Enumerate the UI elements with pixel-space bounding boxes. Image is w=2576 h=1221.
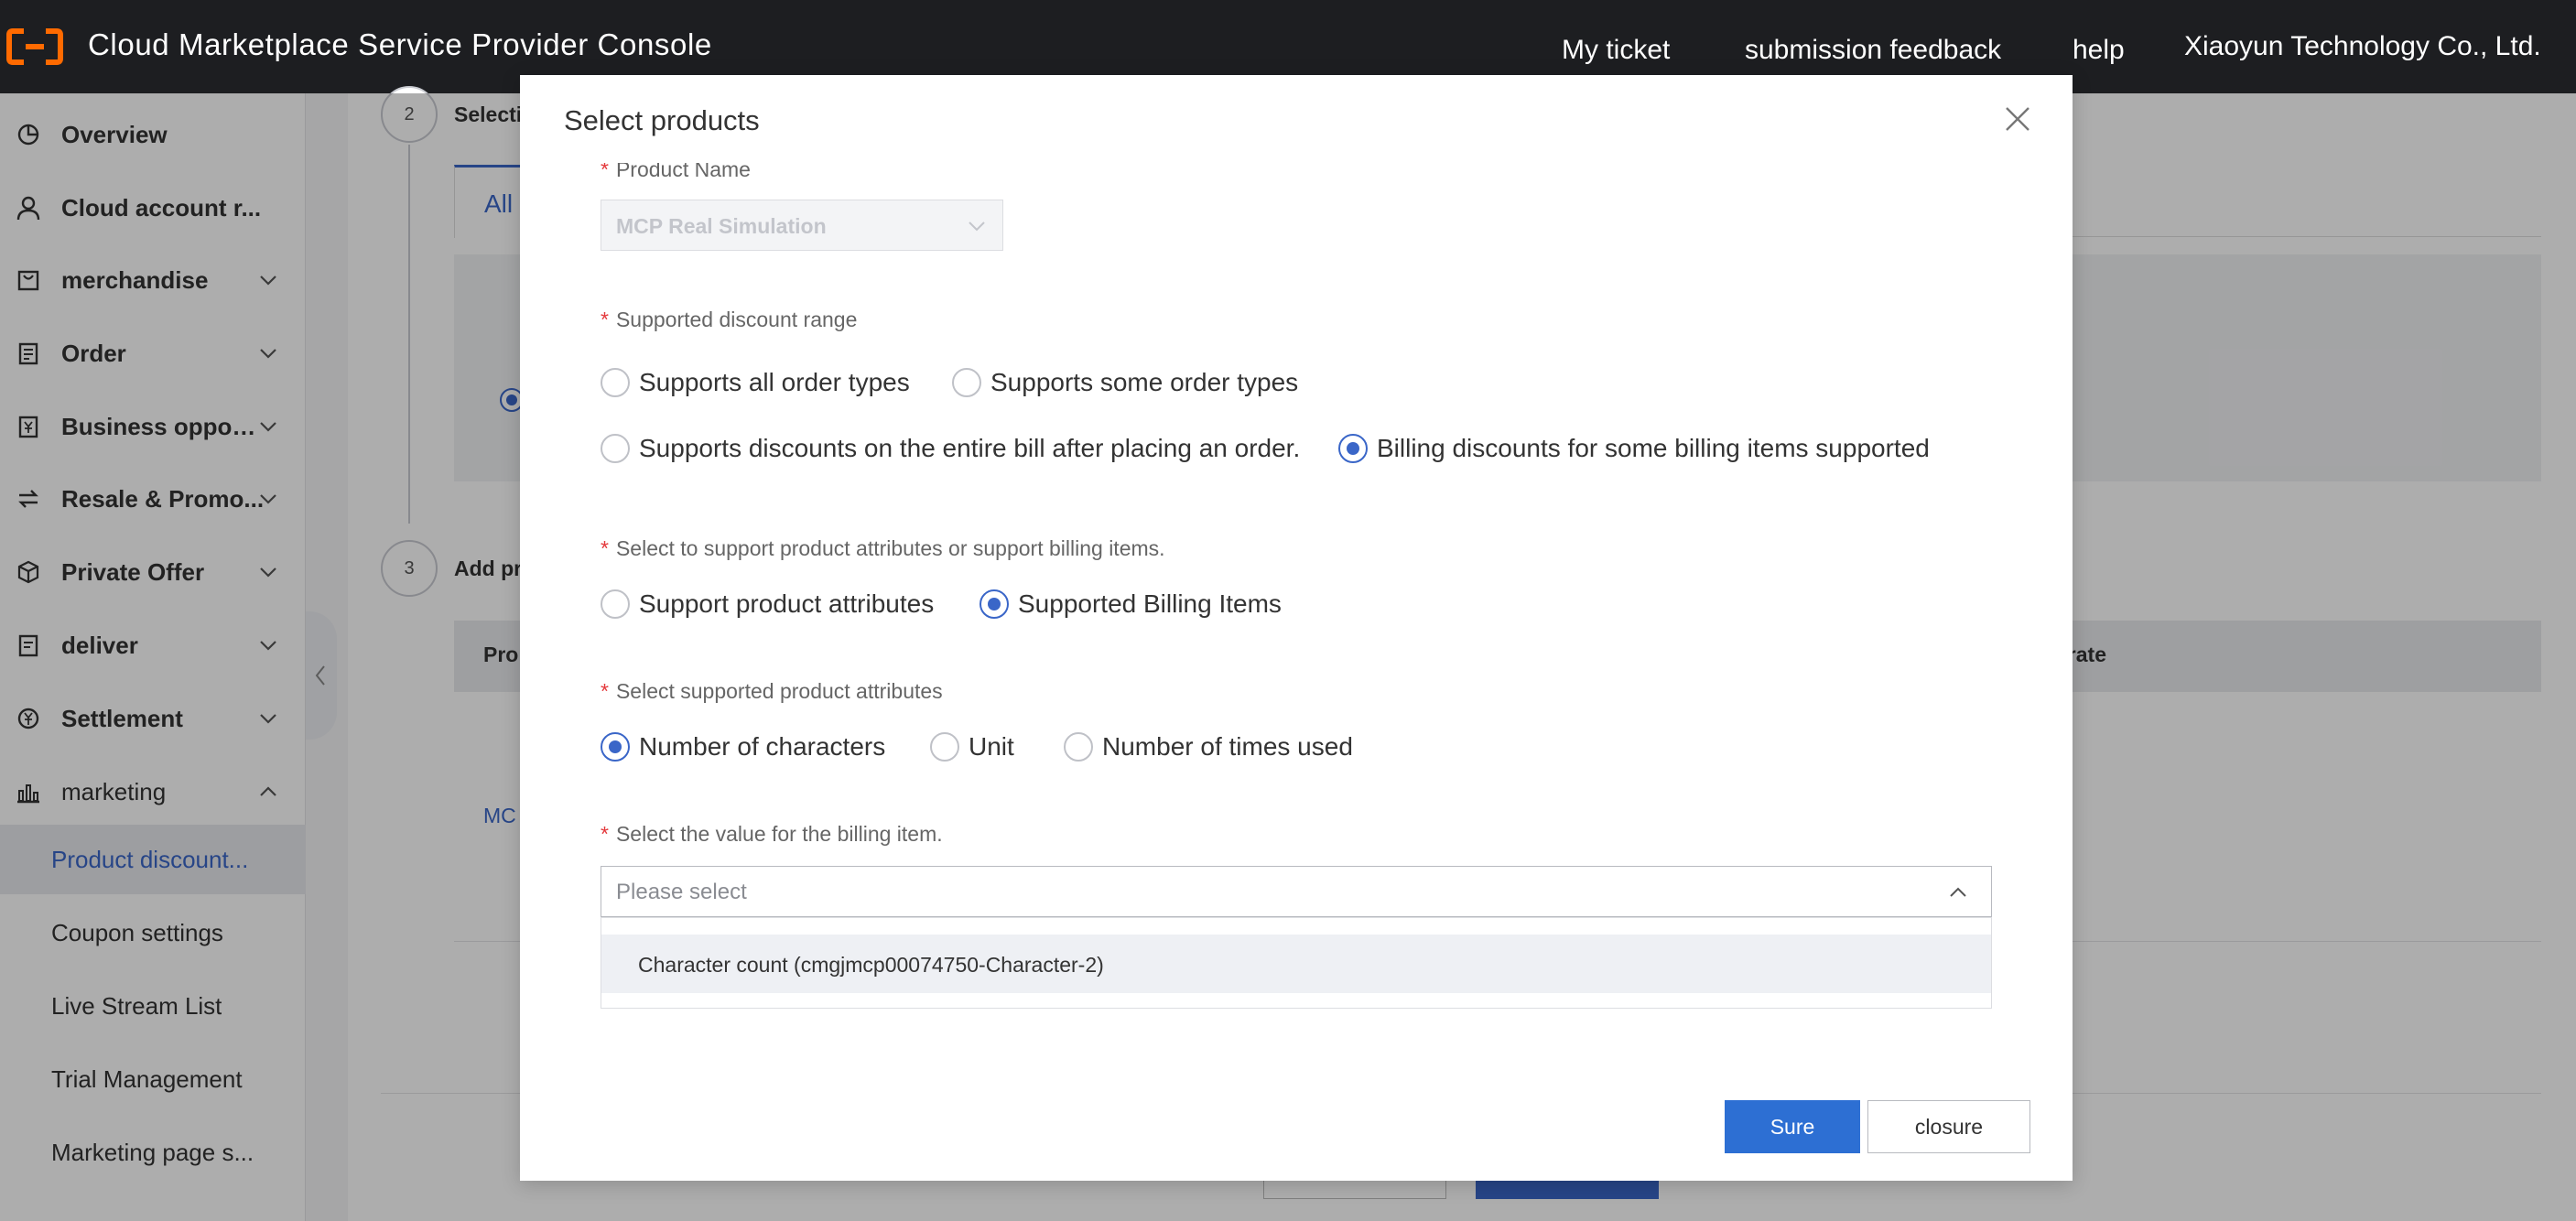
radio-label: Number of times used <box>1102 732 1353 761</box>
radio-all-order-types[interactable]: Supports all order types <box>601 368 910 397</box>
select-products-dialog: Select products * Product Name MCP Real S… <box>520 75 2073 1181</box>
radio-label: Support product attributes <box>639 589 935 618</box>
radio-circle[interactable] <box>601 368 630 397</box>
discount-range-label: * Supported discount range <box>601 308 858 331</box>
dialog-title: Select products <box>564 104 760 136</box>
radio-label: Billing discounts for some billing items… <box>1377 434 1930 462</box>
product-name-value: MCP Real Simulation <box>616 214 827 238</box>
radio-circle[interactable] <box>601 434 630 463</box>
billing-value-placeholder: Please select <box>616 880 747 904</box>
dropdown-option-label: Character count (cmgjmcp00074750-Charact… <box>638 953 1104 977</box>
radio-circle[interactable] <box>930 732 959 762</box>
radio-circle[interactable] <box>601 732 630 762</box>
support-type-label: * Select to support product attributes or… <box>601 536 1165 560</box>
app-title: Cloud Marketplace Service Provider Conso… <box>88 27 712 61</box>
radio-some-billing-items-discount[interactable]: Billing discounts for some billing items… <box>1338 434 1930 463</box>
radio-circle[interactable] <box>601 589 630 619</box>
chevron-down-icon <box>969 222 985 232</box>
submission-feedback-link[interactable]: submission feedback <box>1745 35 2001 66</box>
billing-value-dropdown: Character count (cmgjmcp00074750-Charact… <box>601 917 1992 1009</box>
radio-label: Supports discounts on the entire bill af… <box>639 434 1301 462</box>
close-icon[interactable] <box>2001 103 2034 135</box>
radio-label: Supported Billing Items <box>1018 589 1282 618</box>
radio-entire-bill-discount[interactable]: Supports discounts on the entire bill af… <box>601 434 1300 463</box>
help-link[interactable]: help <box>2073 35 2125 66</box>
product-name-select: MCP Real Simulation <box>601 200 1003 251</box>
radio-number-of-times-used[interactable]: Number of times used <box>1064 732 1353 762</box>
billing-value-label: * Select the value for the billing item. <box>601 822 943 846</box>
billing-value-select[interactable]: Please select <box>601 866 1992 917</box>
closure-button[interactable]: closure <box>1867 1100 2030 1153</box>
product-name-label: * Product Name <box>601 157 751 181</box>
radio-circle[interactable] <box>980 589 1009 619</box>
radio-circle[interactable] <box>1064 732 1093 762</box>
radio-circle[interactable] <box>952 368 981 397</box>
radio-circle[interactable] <box>1338 434 1368 463</box>
attributes-label: * Select supported product attributes <box>601 679 943 703</box>
chevron-up-icon <box>1950 887 1966 897</box>
sure-button[interactable]: Sure <box>1725 1100 1860 1153</box>
radio-label: Supports some order types <box>990 368 1299 396</box>
radio-label: Number of characters <box>639 732 886 761</box>
account-name[interactable]: Xiaoyun Technology Co., Ltd. <box>2184 31 2541 62</box>
radio-number-of-characters[interactable]: Number of characters <box>601 732 885 762</box>
radio-unit[interactable]: Unit <box>930 732 1014 762</box>
radio-support-product-attributes[interactable]: Support product attributes <box>601 589 934 619</box>
radio-label: Supports all order types <box>639 368 910 396</box>
radio-supported-billing-items[interactable]: Supported Billing Items <box>980 589 1282 619</box>
logo-icon <box>6 28 63 65</box>
my-ticket-link[interactable]: My ticket <box>1562 35 1670 66</box>
radio-some-order-types[interactable]: Supports some order types <box>952 368 1298 397</box>
radio-label: Unit <box>969 732 1014 761</box>
dropdown-option[interactable]: Character count (cmgjmcp00074750-Charact… <box>601 935 1991 993</box>
